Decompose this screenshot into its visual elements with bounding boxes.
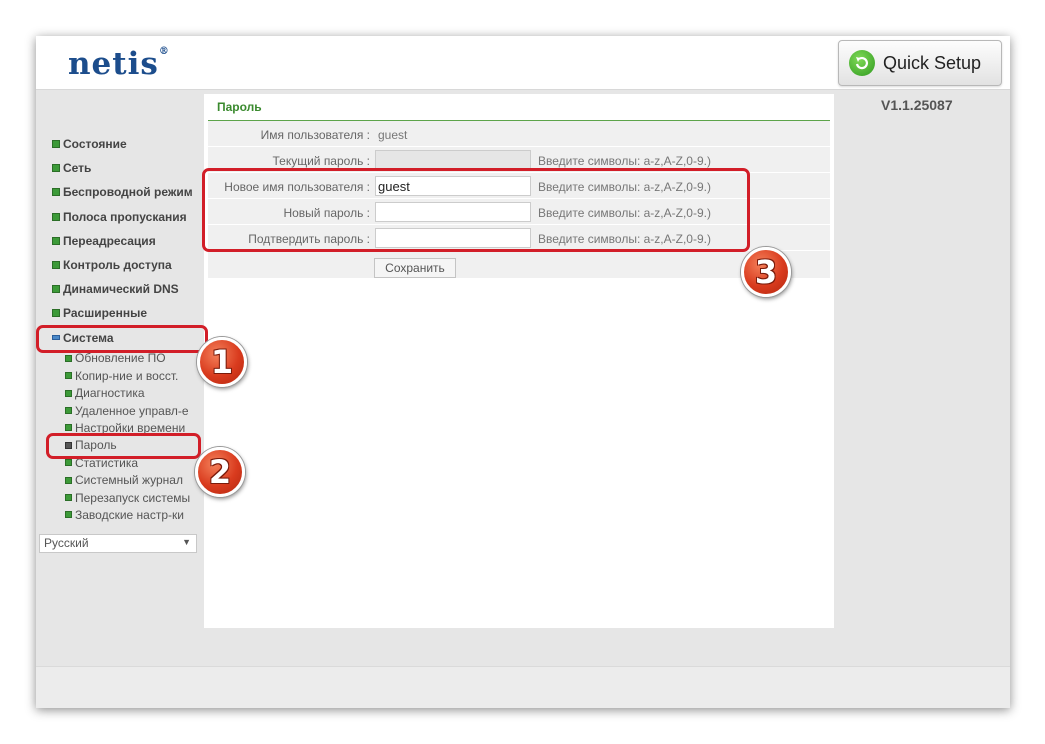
language-select[interactable]: Русский ▼ [39, 533, 197, 553]
bullet-square-icon [65, 424, 72, 432]
firmware-version: V1.1.25087 [881, 97, 953, 113]
plus-square-icon [52, 236, 60, 245]
submenu-system-log[interactable]: Системный журнал [65, 471, 204, 488]
plus-square-icon [52, 188, 60, 197]
sidebar-item-label: Динамический DNS [63, 282, 179, 297]
sidebar-item-forwarding[interactable]: Переадресация [36, 229, 204, 253]
sidebar-item-label: Состояние [63, 137, 127, 152]
submenu-statistics[interactable]: Статистика [65, 454, 204, 471]
new-username-row: Новое имя пользователя : Введите символы… [208, 173, 830, 199]
footer-bar [36, 666, 1010, 708]
sidebar-item-ddns[interactable]: Динамический DNS [36, 277, 204, 301]
refresh-arrow-icon [849, 50, 875, 76]
system-submenu: Обновление ПО Копир-ние и восст. Диагнос… [36, 350, 204, 524]
sidebar-item-label: Расширенные [63, 306, 147, 321]
submenu-password[interactable]: Пароль [65, 437, 204, 454]
dropdown-arrow-icon: ▼ [182, 536, 191, 547]
new-username-hint: Введите символы: a-z,A-Z,0-9.) [538, 180, 711, 194]
sidebar-item-bandwidth[interactable]: Полоса пропускания [36, 205, 204, 229]
bullet-square-icon [65, 511, 72, 519]
step-badge-2: 2 [195, 447, 245, 497]
bullet-square-icon [65, 372, 72, 380]
new-username-input[interactable] [375, 176, 531, 196]
language-selected-value: Русский [44, 536, 89, 551]
bullet-square-icon [65, 407, 72, 415]
sidebar-item-system[interactable]: Система [36, 326, 204, 350]
plus-square-icon [52, 261, 60, 270]
arrow-square-icon [65, 441, 72, 449]
current-password-label: Текущий пароль : [272, 154, 370, 168]
current-password-hint: Введите символы: a-z,A-Z,0-9.) [538, 154, 711, 168]
sidebar-item-status[interactable]: Состояние [36, 132, 204, 156]
submenu-remote-management[interactable]: Удаленное управл-е [65, 402, 204, 419]
sidebar-item-label: Переадресация [63, 233, 156, 248]
step-badge-3: 3 [741, 247, 791, 297]
new-username-label: Новое имя пользователя : [224, 180, 370, 194]
quick-setup-button[interactable]: Quick Setup [838, 40, 1002, 86]
password-settings-panel: Пароль Имя пользователя : guest Текущий … [204, 94, 834, 628]
sidebar-item-access-control[interactable]: Контроль доступа [36, 253, 204, 277]
submenu-label: Заводские настр-ки [75, 507, 184, 522]
plus-square-icon [52, 285, 60, 294]
header-bar: netis® Quick Setup [36, 36, 1010, 90]
submenu-backup-restore[interactable]: Копир-ние и восст. [65, 367, 204, 384]
sidebar-item-network[interactable]: Сеть [36, 156, 204, 180]
plus-square-icon [52, 164, 60, 173]
new-password-hint: Введите символы: a-z,A-Z,0-9.) [538, 206, 711, 220]
page-title: Пароль [217, 100, 262, 114]
router-admin-window: netis® Quick Setup V1.1.25087 Состояние … [36, 36, 1010, 708]
step-badge-1: 1 [197, 337, 247, 387]
submenu-label: Перезапуск системы [75, 490, 191, 505]
bullet-square-icon [65, 459, 72, 467]
confirm-password-label: Подтвердить пароль : [248, 232, 370, 246]
username-value: guest [378, 128, 408, 142]
logo-registered-mark: ® [158, 46, 170, 57]
bullet-square-icon [65, 476, 72, 484]
submenu-label: Пароль [75, 438, 117, 453]
submenu-firmware-update[interactable]: Обновление ПО [65, 350, 204, 367]
sidebar-item-label: Контроль доступа [63, 258, 172, 273]
netis-logo: netis® [68, 46, 170, 82]
submenu-label: Удаленное управл-е [75, 403, 189, 418]
save-button[interactable]: Сохранить [374, 258, 456, 278]
new-password-input[interactable] [375, 202, 531, 222]
bullet-square-icon [65, 389, 72, 397]
plus-square-icon [52, 212, 60, 221]
submenu-factory-reset[interactable]: Заводские настр-ки [65, 506, 204, 523]
submenu-label: Системный журнал [75, 473, 183, 488]
current-password-input[interactable] [375, 150, 531, 170]
confirm-password-hint: Введите символы: a-z,A-Z,0-9.) [538, 232, 711, 246]
confirm-password-row: Подтвердить пароль : Введите символы: a-… [208, 225, 830, 251]
submenu-label: Настройки времени [75, 420, 186, 435]
minus-square-icon [52, 335, 60, 341]
current-password-row: Текущий пароль : Введите символы: a-z,A-… [208, 147, 830, 173]
submenu-reboot[interactable]: Перезапуск системы [65, 489, 204, 506]
sidebar-item-label: Система [63, 330, 114, 345]
submenu-label: Статистика [75, 455, 139, 470]
submenu-label: Обновление ПО [75, 351, 166, 366]
plus-square-icon [52, 140, 60, 149]
submenu-time-settings[interactable]: Настройки времени [65, 419, 204, 436]
sidebar-item-label: Сеть [63, 161, 92, 176]
logo-text: netis [68, 46, 159, 82]
sidebar-item-advanced[interactable]: Расширенные [36, 301, 204, 325]
username-label: Имя пользователя : [260, 128, 370, 142]
sidebar-item-label: Беспроводной режим [63, 185, 193, 200]
bullet-square-icon [65, 494, 72, 501]
submenu-label: Копир-ние и восст. [75, 368, 179, 383]
quick-setup-label: Quick Setup [883, 52, 982, 73]
sidebar-item-wireless[interactable]: Беспроводной режим [36, 180, 204, 204]
plus-square-icon [52, 309, 60, 318]
bullet-square-icon [65, 354, 72, 362]
save-row [208, 251, 830, 279]
new-password-row: Новый пароль : Введите символы: a-z,A-Z,… [208, 199, 830, 225]
sidebar-menu: Состояние Сеть Беспроводной режим Полоса… [36, 132, 204, 553]
username-row: Имя пользователя : guest [208, 121, 830, 147]
sidebar-item-label: Полоса пропускания [63, 209, 187, 224]
submenu-diagnostics[interactable]: Диагностика [65, 384, 204, 401]
new-password-label: Новый пароль : [283, 206, 370, 220]
confirm-password-input[interactable] [375, 228, 531, 248]
submenu-label: Диагностика [75, 386, 145, 401]
